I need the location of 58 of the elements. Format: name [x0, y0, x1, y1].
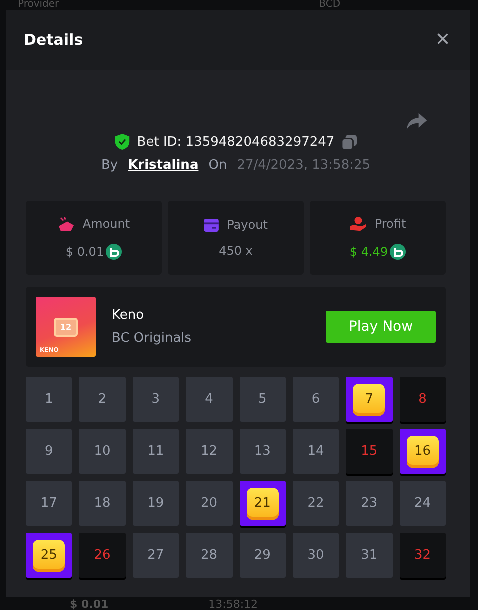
coin-icon: [390, 244, 406, 260]
cell-number: 30: [308, 548, 324, 563]
stat-value: 450 x: [219, 244, 253, 258]
cell-number: 24: [414, 496, 432, 511]
cell-number: 17: [40, 496, 58, 511]
on-label: On: [208, 158, 228, 173]
cell-number: 9: [45, 444, 54, 459]
close-button[interactable]: ×: [436, 28, 450, 52]
bet-time: 13:58:12: [208, 599, 258, 610]
stat-value: $ 0.01: [66, 244, 104, 258]
gem-number: 16: [406, 436, 439, 468]
cell-number: 32: [414, 548, 432, 563]
stat-value: $ 4.49: [350, 244, 388, 258]
cell-number: 20: [201, 496, 218, 511]
by-label: By: [101, 158, 118, 173]
cell-number: 22: [308, 496, 324, 511]
bet-id: Bet ID: 135948204683297247: [137, 134, 335, 150]
game-provider: BC Originals: [112, 331, 193, 346]
user-link[interactable]: Kristalina: [128, 158, 199, 173]
money-bag-icon: [58, 216, 75, 232]
cell-number: 19: [148, 496, 164, 511]
copy-icon[interactable]: [342, 134, 357, 150]
cell-number: 23: [361, 496, 378, 511]
shield-check-icon: [115, 134, 130, 150]
cell-number: 28: [201, 548, 218, 563]
cell-number: 14: [308, 444, 324, 459]
stat-label: Profit: [374, 217, 406, 231]
cell-number: 27: [148, 548, 164, 563]
stat-label: Amount: [82, 217, 130, 231]
coin-icon: [106, 244, 122, 260]
cell-number: 31: [361, 548, 378, 563]
cell-number: 18: [94, 496, 111, 511]
cell-number: 15: [361, 444, 378, 459]
gem-number: 7: [353, 384, 386, 416]
thumbnail-number: 12: [54, 318, 78, 336]
cell-number: 2: [98, 392, 107, 407]
dialog-title: Details: [24, 31, 84, 49]
cell-number: 4: [205, 392, 214, 407]
game-name: Keno: [112, 308, 146, 323]
cell-number: 10: [94, 444, 111, 459]
gem-number: 21: [246, 488, 279, 520]
stat-label: Payout: [227, 218, 268, 232]
cell-number: 6: [312, 392, 320, 407]
gem-number: 25: [33, 540, 66, 572]
share-icon[interactable]: [406, 112, 428, 131]
cell-number: 29: [254, 548, 271, 563]
cell-number: 13: [254, 444, 271, 459]
cell-number: 12: [201, 444, 218, 459]
cell-number: 8: [418, 392, 427, 407]
cell-number: 3: [152, 392, 160, 407]
cell-number: 26: [94, 548, 111, 563]
bet-date: 27/4/2023, 13:58:25: [237, 158, 371, 173]
cell-number: 5: [258, 392, 267, 407]
hand-coin-icon: [350, 216, 367, 232]
bet-amount: $ 0.01: [70, 599, 109, 610]
wallet-icon: [204, 218, 220, 232]
cell-number: 11: [148, 444, 164, 459]
cell-number: 1: [45, 392, 54, 407]
